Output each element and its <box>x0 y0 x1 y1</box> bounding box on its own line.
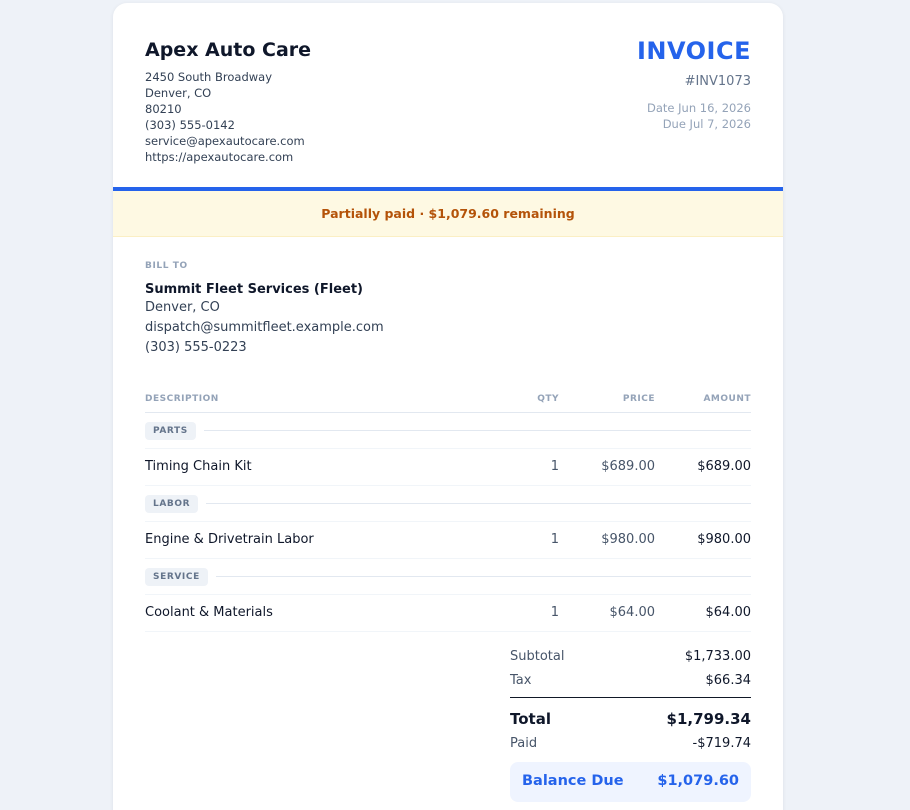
customer-city: Denver, CO <box>145 300 220 315</box>
invoice-dates: Date Jun 16, 2026 Due Jul 7, 2026 <box>647 100 751 132</box>
group-row-labor: LABOR <box>145 486 751 522</box>
group-badge: PARTS <box>145 421 196 440</box>
business-address: 2450 South Broadway <box>145 70 273 84</box>
group-divider <box>215 576 751 577</box>
balance-due-label: Balance Due <box>522 773 624 789</box>
balance-due-box: Balance Due $1,079.60 <box>510 762 751 802</box>
header-qty: QTY <box>537 394 559 404</box>
bill-to-label: BILL TO <box>145 261 188 271</box>
bill-to-section: BILL TO Summit Fleet Services (Fleet) De… <box>145 261 384 358</box>
item-amount: $980.00 <box>697 532 751 547</box>
invoice-card: Apex Auto Care 2450 South Broadway Denve… <box>113 3 783 810</box>
item-price: $980.00 <box>601 532 655 547</box>
subtotal-label: Subtotal <box>510 649 565 664</box>
item-qty: 1 <box>550 605 559 620</box>
header-amount: AMOUNT <box>703 394 751 404</box>
tax-row: Tax $66.34 <box>510 673 751 697</box>
business-name: Apex Auto Care <box>145 39 312 61</box>
business-city: Denver, CO <box>145 86 212 100</box>
item-description: Timing Chain Kit <box>145 459 252 474</box>
customer-email: dispatch@summitfleet.example.com <box>145 320 384 335</box>
table-row: Timing Chain Kit 1 $689.00 $689.00 <box>145 449 751 486</box>
group-badge: LABOR <box>145 494 199 513</box>
customer-phone: (303) 555-0223 <box>145 340 247 355</box>
item-description: Coolant & Materials <box>145 605 273 620</box>
business-email: service@apexautocare.com <box>145 134 305 148</box>
total-label: Total <box>510 710 551 728</box>
totals-divider <box>510 697 751 698</box>
table-header: DESCRIPTION QTY PRICE AMOUNT <box>145 388 751 413</box>
invoice-date: Date Jun 16, 2026 <box>647 101 751 115</box>
tax-value: $66.34 <box>705 673 752 688</box>
business-phone: (303) 555-0142 <box>145 118 235 132</box>
business-zip: 80210 <box>145 102 182 116</box>
header-price: PRICE <box>622 394 655 404</box>
group-divider <box>206 503 751 504</box>
item-price: $64.00 <box>609 605 656 620</box>
invoice-number: #INV1073 <box>684 74 751 89</box>
paid-value: -$719.74 <box>692 736 751 751</box>
item-amount: $689.00 <box>697 459 751 474</box>
item-qty: 1 <box>550 459 559 474</box>
subtotal-value: $1,733.00 <box>684 649 751 664</box>
line-items-table: DESCRIPTION QTY PRICE AMOUNT PARTS Timin… <box>145 388 751 632</box>
business-website: https://apexautocare.com <box>145 150 294 164</box>
table-row: Coolant & Materials 1 $64.00 $64.00 <box>145 595 751 632</box>
business-contact: 2450 South Broadway Denver, CO 80210 (30… <box>145 69 305 165</box>
paid-label: Paid <box>510 736 538 751</box>
group-row-service: SERVICE <box>145 559 751 595</box>
item-price: $689.00 <box>601 459 655 474</box>
paid-row: Paid -$719.74 <box>510 736 751 760</box>
table-row: Engine & Drivetrain Labor 1 $980.00 $980… <box>145 522 751 559</box>
group-row-parts: PARTS <box>145 413 751 449</box>
total-row: Total $1,799.34 <box>510 710 751 736</box>
payment-status-banner: Partially paid · $1,079.60 remaining <box>113 191 783 237</box>
invoice-title: INVOICE <box>636 37 751 65</box>
item-amount: $64.00 <box>705 605 752 620</box>
item-qty: 1 <box>550 532 559 547</box>
subtotal-row: Subtotal $1,733.00 <box>510 649 751 673</box>
invoice-header: Apex Auto Care 2450 South Broadway Denve… <box>113 3 783 187</box>
item-description: Engine & Drivetrain Labor <box>145 532 314 547</box>
invoice-due-date: Due Jul 7, 2026 <box>662 117 751 131</box>
group-divider <box>203 430 751 431</box>
group-badge: SERVICE <box>145 567 208 586</box>
header-description: DESCRIPTION <box>145 394 219 404</box>
tax-label: Tax <box>510 673 532 688</box>
balance-due-value: $1,079.60 <box>657 773 739 789</box>
customer-name: Summit Fleet Services (Fleet) <box>145 282 363 297</box>
total-value: $1,799.34 <box>666 710 751 728</box>
totals-section: Subtotal $1,733.00 Tax $66.34 Total $1,7… <box>510 649 751 802</box>
